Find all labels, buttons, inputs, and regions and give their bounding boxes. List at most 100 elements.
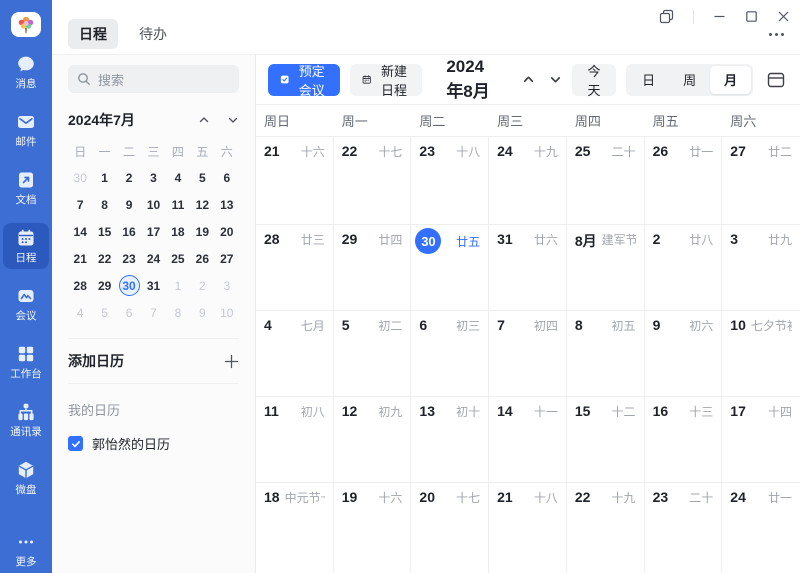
day-cell[interactable]: 5初二 — [334, 311, 412, 396]
mini-day[interactable]: 15 — [92, 218, 116, 245]
calendar-checkbox[interactable] — [68, 436, 83, 451]
tab-schedule[interactable]: 日程 — [68, 19, 118, 49]
sidebar-item-workbench[interactable]: 工作台 — [3, 339, 49, 385]
sidebar-item-calendar[interactable]: 日程 — [3, 223, 49, 269]
day-cell[interactable]: 19十六 — [334, 483, 412, 573]
today-button[interactable]: 今天 — [572, 64, 616, 96]
day-cell[interactable]: 18中元节十... — [256, 483, 334, 573]
day-cell[interactable]: 24廿一 — [722, 483, 800, 573]
mini-day[interactable]: 27 — [215, 245, 239, 272]
day-cell-today[interactable]: 30廿五 — [411, 225, 489, 310]
sidebar-item-contacts[interactable]: 通讯录 — [3, 397, 49, 443]
mini-day[interactable]: 1 — [166, 272, 190, 299]
mini-day[interactable]: 29 — [92, 272, 116, 299]
mini-day[interactable]: 4 — [166, 164, 190, 191]
day-cell[interactable]: 29廿四 — [334, 225, 412, 310]
mini-day[interactable]: 20 — [215, 218, 239, 245]
day-cell[interactable]: 24十九 — [489, 137, 567, 224]
mini-day[interactable]: 7 — [141, 299, 165, 326]
mini-day[interactable]: 2 — [117, 164, 141, 191]
mini-day[interactable]: 10 — [215, 299, 239, 326]
mini-day[interactable]: 4 — [68, 299, 92, 326]
day-cell[interactable]: 7初四 — [489, 311, 567, 396]
day-cell[interactable]: 8月建军节... — [567, 225, 645, 310]
sidebar-item-messages[interactable]: 消息 — [3, 49, 49, 95]
day-cell[interactable]: 28廿三 — [256, 225, 334, 310]
day-cell[interactable]: 31廿六 — [489, 225, 567, 310]
day-cell[interactable]: 13初十 — [411, 397, 489, 482]
add-calendar-button[interactable] — [224, 354, 239, 369]
day-cell[interactable]: 22十九 — [567, 483, 645, 573]
popout-button[interactable] — [659, 9, 674, 24]
day-cell[interactable]: 26廿一 — [645, 137, 723, 224]
mini-day[interactable]: 14 — [68, 218, 92, 245]
mini-next-month-button[interactable] — [227, 114, 239, 126]
mini-day[interactable]: 16 — [117, 218, 141, 245]
day-cell[interactable]: 25二十 — [567, 137, 645, 224]
sidebar-item-mail[interactable]: 邮件 — [3, 107, 49, 153]
mini-day[interactable]: 19 — [190, 218, 214, 245]
book-meeting-button[interactable]: 预定会议 — [268, 64, 340, 96]
mini-day[interactable]: 3 — [141, 164, 165, 191]
day-cell[interactable]: 23十八 — [411, 137, 489, 224]
mini-day[interactable]: 1 — [92, 164, 116, 191]
day-cell[interactable]: 21十八 — [489, 483, 567, 573]
day-cell[interactable]: 3廿九 — [722, 225, 800, 310]
mini-day[interactable]: 22 — [92, 245, 116, 272]
new-event-button[interactable]: 新建日程 — [350, 64, 422, 96]
mini-day[interactable]: 23 — [117, 245, 141, 272]
view-week-option[interactable]: 周 — [669, 66, 710, 94]
mini-day[interactable]: 5 — [92, 299, 116, 326]
day-cell[interactable]: 10七夕节初... — [722, 311, 800, 396]
mini-day[interactable]: 6 — [215, 164, 239, 191]
day-cell[interactable]: 21十六 — [256, 137, 334, 224]
sidebar-item-docs[interactable]: 文档 — [3, 165, 49, 211]
mini-prev-month-button[interactable] — [198, 114, 210, 126]
sidebar-item-more[interactable]: 更多 — [3, 527, 49, 573]
minimize-button[interactable] — [713, 10, 726, 23]
more-menu-button[interactable] — [769, 33, 784, 36]
mini-day[interactable]: 10 — [141, 191, 165, 218]
mini-day[interactable]: 28 — [68, 272, 92, 299]
day-cell[interactable]: 9初六 — [645, 311, 723, 396]
mini-day[interactable]: 30 — [68, 164, 92, 191]
mini-day[interactable]: 21 — [68, 245, 92, 272]
day-cell[interactable]: 23二十 — [645, 483, 723, 573]
mini-day[interactable]: 17 — [141, 218, 165, 245]
day-cell[interactable]: 16十三 — [645, 397, 723, 482]
mini-day[interactable]: 5 — [190, 164, 214, 191]
schedule-view-button[interactable] — [763, 64, 788, 96]
mini-day[interactable]: 8 — [166, 299, 190, 326]
next-month-button[interactable] — [549, 73, 562, 86]
mini-day-selected[interactable]: 30 — [117, 272, 141, 299]
mini-day[interactable]: 11 — [166, 191, 190, 218]
close-button[interactable] — [777, 10, 790, 23]
day-cell[interactable]: 8初五 — [567, 311, 645, 396]
mini-day[interactable]: 13 — [215, 191, 239, 218]
view-month-option[interactable]: 月 — [710, 66, 751, 94]
tab-todo[interactable]: 待办 — [128, 19, 178, 49]
calendar-list-item[interactable]: 郭怡然的日历 — [68, 434, 239, 453]
day-cell[interactable]: 11初八 — [256, 397, 334, 482]
prev-month-button[interactable] — [522, 73, 535, 86]
mini-day[interactable]: 6 — [117, 299, 141, 326]
view-day-option[interactable]: 日 — [628, 66, 669, 94]
avatar[interactable] — [11, 12, 41, 37]
mini-day[interactable]: 2 — [190, 272, 214, 299]
day-cell[interactable]: 20十七 — [411, 483, 489, 573]
day-cell[interactable]: 27廿二 — [722, 137, 800, 224]
mini-day[interactable]: 18 — [166, 218, 190, 245]
day-cell[interactable]: 17十四 — [722, 397, 800, 482]
day-cell[interactable]: 2廿八 — [645, 225, 723, 310]
mini-day[interactable]: 12 — [190, 191, 214, 218]
mini-day[interactable]: 7 — [68, 191, 92, 218]
day-cell[interactable]: 15十二 — [567, 397, 645, 482]
mini-day[interactable]: 26 — [190, 245, 214, 272]
mini-day[interactable]: 8 — [92, 191, 116, 218]
day-cell[interactable]: 12初九 — [334, 397, 412, 482]
day-cell[interactable]: 14十一 — [489, 397, 567, 482]
day-cell[interactable]: 4七月 — [256, 311, 334, 396]
mini-day[interactable]: 9 — [117, 191, 141, 218]
sidebar-item-meetings[interactable]: 会议 — [3, 281, 49, 327]
mini-day[interactable]: 25 — [166, 245, 190, 272]
